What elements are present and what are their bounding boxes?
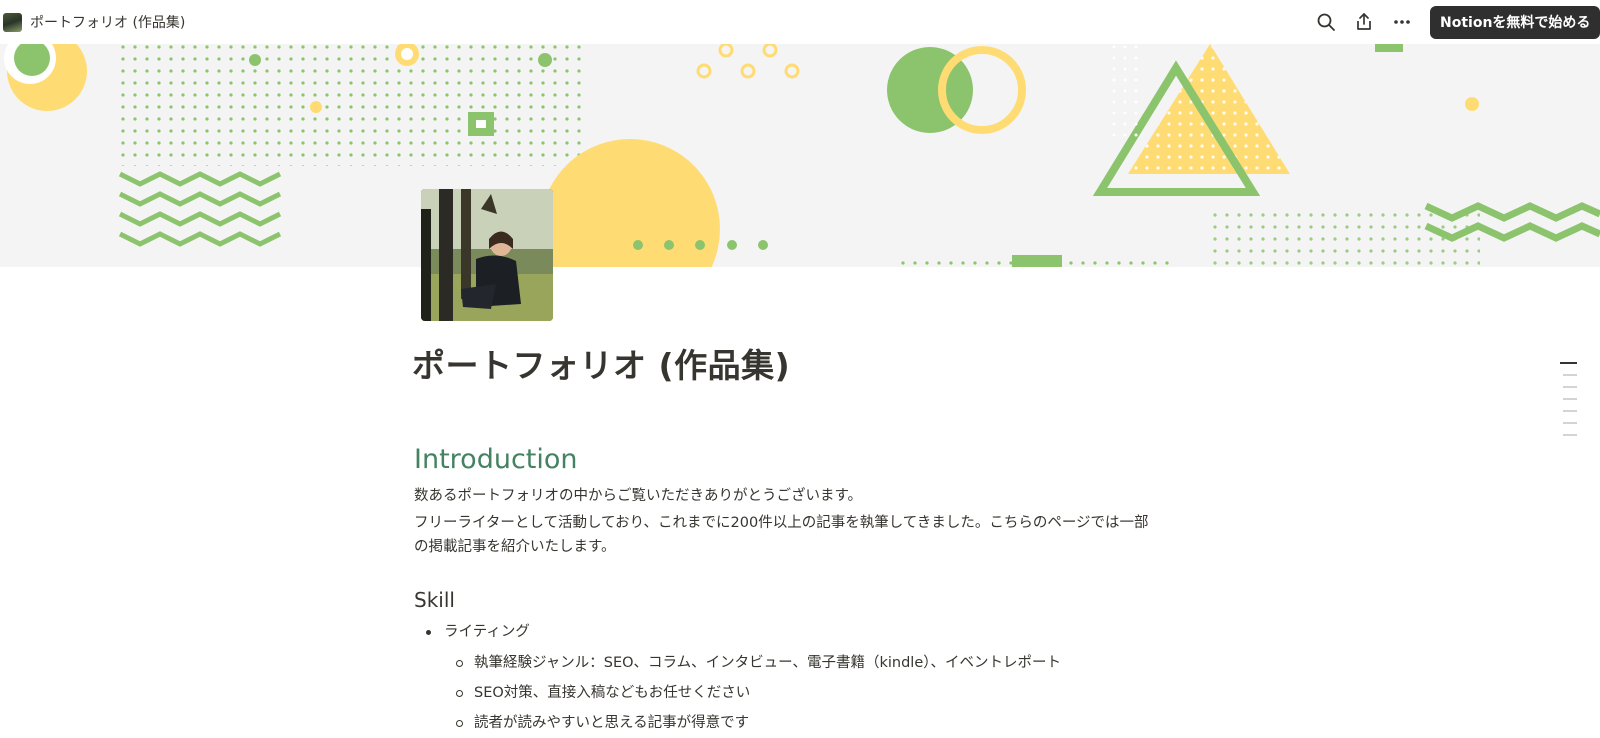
list-item: SEO対策、直接入稿などもお任せください [444,678,1152,708]
intro-paragraph-1: 数あるポートフォリオの中からご覧いただきありがとうございます。 [414,488,863,504]
share-icon[interactable] [1350,8,1378,36]
page-favicon [3,12,22,32]
toc-item[interactable] [1563,374,1577,376]
intro-paragraph-2: フリーライターとして活動しており、これまでに200件以上の記事を執筆してきました… [414,515,1149,555]
toc-item[interactable] [1563,398,1577,400]
toc-item[interactable] [1563,410,1577,412]
page-cover [0,44,1600,267]
list-item: ライティング 執筆経験ジャンル：SEO、コラム、インタビュー、電子書籍（kind… [414,619,1152,738]
breadcrumb[interactable]: ポートフォリオ (作品集) [30,12,185,32]
toc-item[interactable] [1563,422,1577,424]
toc-item[interactable] [1563,386,1577,388]
skill-item-label: ライティング [444,624,530,640]
skill-sublist: 執筆経験ジャンル：SEO、コラム、インタビュー、電子書籍（kindle）、イベン… [444,648,1152,738]
skill-list: ライティング 執筆経験ジャンル：SEO、コラム、インタビュー、電子書籍（kind… [414,619,1152,738]
search-icon[interactable] [1312,8,1340,36]
more-icon[interactable] [1388,8,1416,36]
portrait-image [421,189,553,321]
page-title: ポートフォリオ (作品集) [412,346,791,385]
list-item: 執筆経験ジャンル：SEO、コラム、インタビュー、電子書籍（kindle）、イベン… [444,648,1152,678]
toc-item[interactable] [1560,362,1577,364]
top-bar: ポートフォリオ (作品集) Notionを無料で始める [0,0,1600,44]
cover-pattern [4,44,1600,267]
heading-introduction: Introduction [414,444,578,475]
start-notion-free-button[interactable]: Notionを無料で始める [1430,5,1600,39]
table-of-contents-rail[interactable] [1560,362,1580,446]
heading-skill: Skill [414,588,455,612]
page-icon-photo[interactable] [421,189,553,321]
toc-item[interactable] [1563,434,1577,436]
top-actions: Notionを無料で始める [1312,0,1600,44]
page-content: ポートフォリオ (作品集) Introduction 数あるポートフォリオの中か… [412,340,1152,738]
list-item: 読者が読みやすいと思える記事が得意です [444,708,1152,738]
